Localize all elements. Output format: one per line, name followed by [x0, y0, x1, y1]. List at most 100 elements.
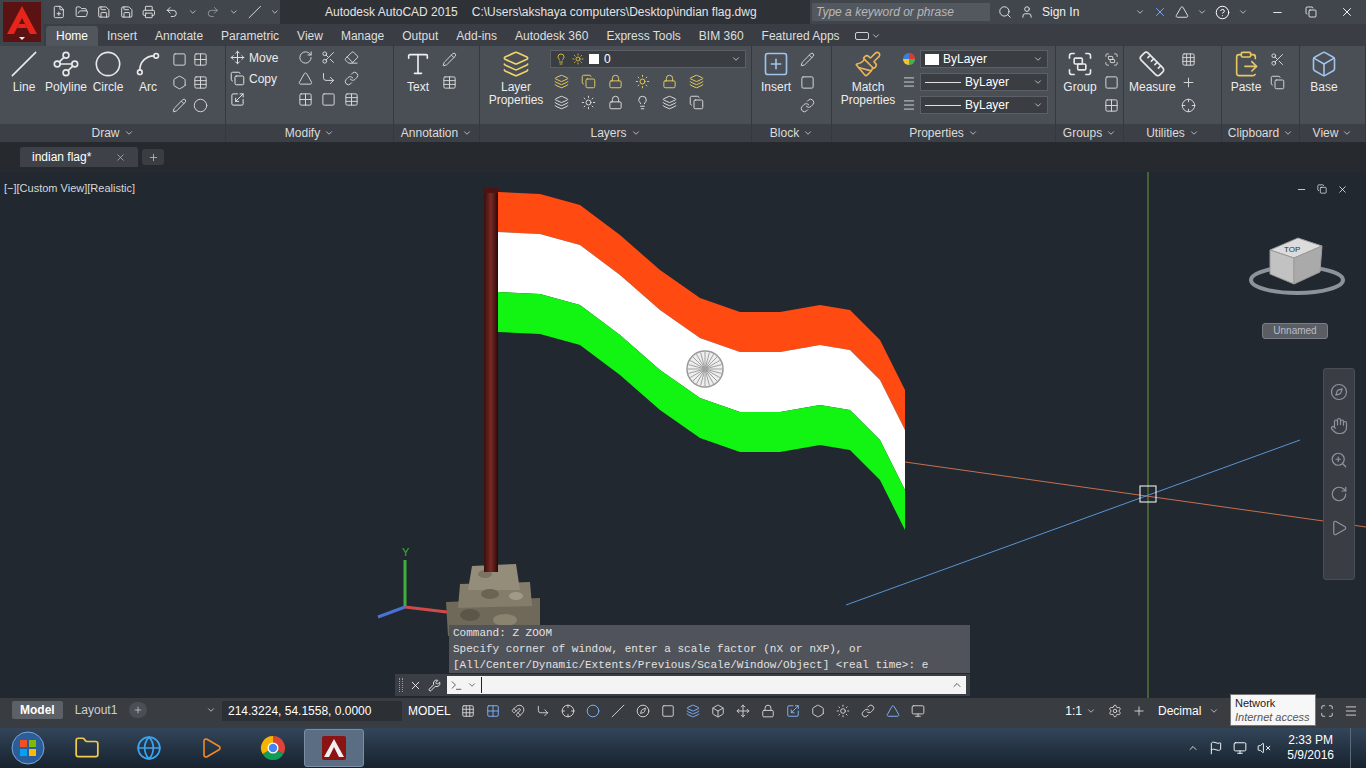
status-toggle-icon[interactable] — [911, 704, 925, 718]
pinned-app[interactable] — [180, 729, 242, 767]
a360-icon[interactable] — [1175, 5, 1189, 19]
linetype-icon[interactable] — [902, 98, 916, 112]
viewport-controls[interactable]: [−][Custom View][Realistic] — [4, 180, 135, 197]
annotation-monitor-icon[interactable] — [1132, 704, 1146, 718]
caret-icon[interactable] — [206, 705, 216, 715]
layer-tool-icon[interactable] — [689, 95, 704, 110]
undo-icon[interactable] — [165, 5, 179, 19]
ribbon-tab[interactable]: Parametric — [212, 26, 288, 46]
status-toggle-icon[interactable] — [636, 704, 650, 718]
layer-tool-icon[interactable] — [662, 74, 677, 89]
caret-icon[interactable] — [1086, 706, 1096, 716]
close-button[interactable] — [1328, 0, 1366, 24]
layer-tool-icon[interactable] — [554, 95, 569, 110]
modify-tool-icon[interactable] — [344, 50, 359, 65]
status-toggle-icon[interactable] — [786, 704, 800, 718]
small-tool-icon[interactable] — [172, 98, 187, 113]
panel-title[interactable]: Modify — [226, 124, 393, 142]
status-toggle-icon[interactable] — [536, 704, 550, 718]
clock[interactable]: 2:33 PM5/9/2016 — [1281, 733, 1340, 763]
small-tool-icon[interactable] — [800, 52, 815, 67]
new-file-icon[interactable] — [52, 5, 66, 19]
caret-icon[interactable] — [324, 128, 334, 138]
save-as-icon[interactable] — [120, 5, 134, 19]
tool-button[interactable]: Layer Properties — [484, 46, 548, 107]
pinned-app[interactable] — [56, 729, 118, 767]
caret-icon[interactable] — [871, 31, 881, 41]
modify-tool-icon[interactable] — [298, 71, 313, 86]
panel-title[interactable]: Layers — [480, 124, 751, 142]
view-name-button[interactable]: Unnamed — [1262, 323, 1328, 339]
caret-icon[interactable] — [1197, 7, 1207, 17]
small-tool-icon[interactable] — [1104, 75, 1119, 90]
restore-button[interactable] — [1294, 0, 1328, 24]
drawing-canvas[interactable]: Y — [0, 172, 1366, 698]
panel-title[interactable]: Clipboard — [1222, 124, 1299, 142]
customization-icon[interactable] — [1344, 704, 1358, 718]
ribbon-tab[interactable]: Home — [46, 26, 98, 46]
panel-title[interactable]: Annotation — [394, 124, 479, 142]
caret-icon[interactable] — [462, 128, 472, 138]
small-tool-icon[interactable] — [800, 98, 815, 113]
modify-tool-icon[interactable] — [344, 71, 359, 86]
caret-icon[interactable] — [968, 128, 978, 138]
small-tool-icon[interactable] — [193, 75, 208, 90]
tool-button[interactable]: Arc — [128, 46, 168, 94]
layer-tool-icon[interactable] — [635, 95, 650, 110]
ribbon-tab[interactable]: Output — [393, 26, 447, 46]
modify-tool-icon[interactable] — [321, 92, 336, 107]
status-toggle-icon[interactable] — [461, 704, 475, 718]
viewport-control[interactable]: [Realistic] — [87, 180, 135, 197]
caret-icon[interactable] — [1033, 54, 1043, 64]
modify-tool-icon[interactable] — [321, 50, 336, 65]
action-center-icon[interactable] — [1209, 741, 1223, 755]
layer-tool-icon[interactable] — [581, 95, 596, 110]
layer-tool-icon[interactable] — [689, 74, 704, 89]
ribbon-tab[interactable]: BIM 360 — [690, 26, 753, 46]
layer-tool-icon[interactable] — [662, 95, 677, 110]
tool-button[interactable]: Insert — [756, 46, 796, 94]
panel-title[interactable]: Draw — [0, 124, 225, 142]
units-dropdown[interactable]: Decimal — [1152, 701, 1234, 721]
tool-button[interactable]: Group — [1060, 46, 1100, 94]
status-toggle-icon[interactable] — [736, 704, 750, 718]
steering-wheel-icon[interactable] — [1330, 383, 1348, 401]
close-tab-icon[interactable] — [115, 152, 126, 163]
color-wheel-icon[interactable] — [902, 52, 916, 66]
small-tool-icon[interactable] — [800, 75, 815, 90]
grip-icon[interactable] — [399, 678, 403, 692]
orbit-icon[interactable] — [1330, 485, 1348, 503]
caret-icon[interactable] — [1209, 706, 1219, 716]
modify-tool-icon[interactable] — [298, 92, 313, 107]
status-toggle-icon[interactable] — [586, 704, 600, 718]
start-button[interactable] — [0, 731, 56, 765]
small-tool-icon[interactable] — [1104, 98, 1119, 113]
ribbon-tab[interactable]: Manage — [332, 26, 393, 46]
command-prompt-icon[interactable] — [450, 679, 463, 692]
small-tool-icon[interactable] — [1270, 75, 1285, 90]
ribbon-tab[interactable]: Add-ins — [447, 26, 506, 46]
caret-icon[interactable] — [229, 7, 239, 17]
layer-tool-icon[interactable] — [608, 95, 623, 110]
caret-icon[interactable] — [1106, 128, 1116, 138]
status-toggle-icon[interactable] — [561, 704, 575, 718]
layer-tool-icon[interactable] — [608, 74, 623, 89]
modify-tool-icon[interactable] — [344, 92, 359, 107]
caret-icon[interactable] — [1342, 128, 1352, 138]
panel-title[interactable]: Groups — [1056, 124, 1123, 142]
help-icon[interactable] — [1215, 5, 1230, 20]
viewcube[interactable]: TOP — [1246, 234, 1346, 300]
status-toggle-icon[interactable] — [861, 704, 875, 718]
panel-title[interactable]: Properties — [832, 124, 1055, 142]
status-toggle-icon[interactable] — [686, 704, 700, 718]
property-dropdown[interactable]: ByLayer — [920, 50, 1048, 68]
status-toggle-icon[interactable] — [761, 704, 775, 718]
viewport-close-icon[interactable] — [1337, 184, 1348, 195]
pan-icon[interactable] — [1330, 417, 1348, 435]
tool-button[interactable]: Line — [4, 46, 44, 94]
small-tool-icon[interactable] — [1181, 75, 1196, 90]
file-tab[interactable]: indian flag* — [20, 147, 138, 167]
viewport-restore-icon[interactable] — [1317, 184, 1327, 194]
customize-icon[interactable] — [428, 679, 441, 692]
status-toggle-icon[interactable] — [811, 704, 825, 718]
